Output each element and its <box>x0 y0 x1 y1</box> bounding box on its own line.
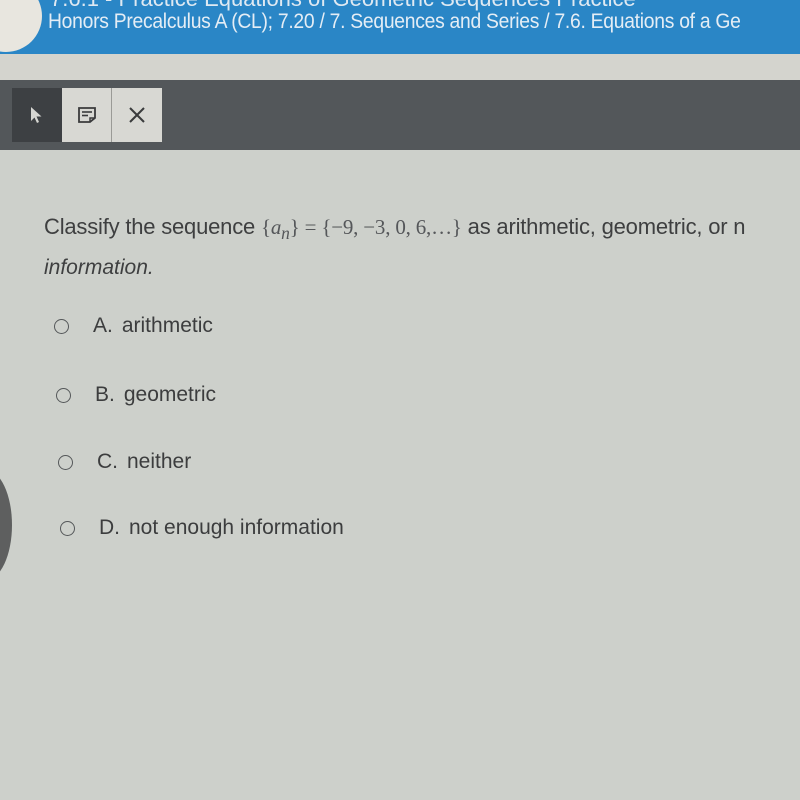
question-panel: Classify the sequence {an} = {−9, −3, 0,… <box>0 150 800 800</box>
sequence-terms: {−9, −3, 0, 6,…} <box>321 215 462 239</box>
toolbar <box>0 80 800 150</box>
radio-button[interactable] <box>56 387 71 403</box>
option-letter: C. <box>97 450 118 473</box>
question-text: Classify the sequence {an} = {−9, −3, 0,… <box>44 214 746 244</box>
sequence-index: n <box>281 223 290 244</box>
breadcrumb[interactable]: Honors Precalculus A (CL); 7.20 / 7. Seq… <box>48 10 741 34</box>
question-suffix: as arithmetic, geometric, or n <box>461 214 746 239</box>
equals-sign: = <box>299 215 322 239</box>
radio-button[interactable] <box>58 454 73 470</box>
option-label: neither <box>127 450 192 473</box>
option-d[interactable]: D. not enough information <box>60 516 344 540</box>
note-tool-button[interactable] <box>62 88 112 142</box>
radio-button[interactable] <box>54 318 69 334</box>
app-logo[interactable] <box>0 0 42 52</box>
option-label: geometric <box>123 383 217 406</box>
brace-close: } <box>289 215 300 239</box>
option-label: arithmetic <box>121 314 213 337</box>
question-prefix: Classify the sequence <box>44 214 261 239</box>
option-a[interactable]: A. arithmetic <box>54 314 213 338</box>
cursor-arrow-icon <box>31 107 42 123</box>
radio-button[interactable] <box>60 520 75 536</box>
close-icon <box>129 107 145 123</box>
sequence-variable: a <box>270 215 282 239</box>
brace-open: { <box>260 215 271 239</box>
pointer-tool-button[interactable] <box>12 88 62 142</box>
course-header: 7.6.1 - Practice Equations of Geometric … <box>0 0 800 54</box>
close-tool-button[interactable] <box>112 88 162 142</box>
note-icon <box>77 107 96 123</box>
option-letter: D. <box>99 516 120 539</box>
option-b[interactable]: B. geometric <box>56 383 216 407</box>
question-text-continued: information. <box>44 256 154 279</box>
option-letter: A. <box>93 314 113 337</box>
option-label: not enough information <box>129 516 344 539</box>
option-letter: B. <box>95 383 115 406</box>
option-c[interactable]: C. neither <box>58 450 191 474</box>
divider <box>0 54 800 80</box>
sequence-expression: {an} = {−9, −3, 0, 6,…} <box>260 215 462 243</box>
